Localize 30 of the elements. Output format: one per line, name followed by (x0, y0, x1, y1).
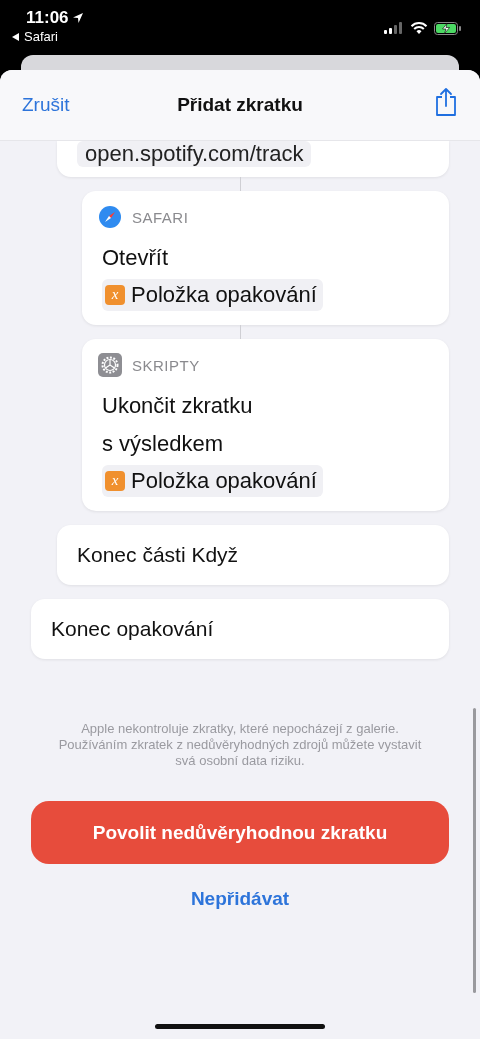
end-repeat-card[interactable]: Konec opakování (31, 599, 449, 659)
wifi-icon (410, 21, 428, 35)
action-title: Ukončit zkratku (102, 392, 253, 420)
decline-link[interactable]: Nepřidávat (190, 888, 290, 910)
app-label: SKRIPTY (132, 356, 200, 374)
action-title: Otevřít (102, 244, 168, 272)
variable-token: x Položka opakování (102, 279, 323, 311)
action-card[interactable]: SKRIPTY Ukončit zkratku s výsledkem x Položka opakování (82, 339, 449, 511)
share-icon[interactable] (434, 87, 458, 117)
compass-icon (98, 205, 122, 229)
allow-button[interactable]: Povolit nedůvěryhodnou zkratku (31, 801, 449, 864)
clock-time: 11:06 (26, 8, 69, 28)
battery-charging-icon (434, 21, 462, 35)
back-to-app-link[interactable]: Safari (12, 29, 84, 44)
end-if-card[interactable]: Konec části Když (57, 525, 449, 585)
warning-text: Apple nekontroluje zkratky, které nepocházejí z galerie. Používáním zkratek z nedůvěryhodných zdrojů můžete vystavit svá osobní data riziku. (57, 721, 423, 769)
action-title: s výsledkem (102, 430, 224, 458)
variable-token: x Položka opakování (102, 465, 323, 497)
cancel-link[interactable]: Zrušit (22, 94, 70, 116)
action-card[interactable]: open.spotify.com/track (57, 141, 449, 177)
location-arrow-icon (71, 12, 84, 24)
signal-icon (384, 22, 404, 34)
sheet-title: Přidat zkratku (176, 94, 304, 116)
app-label: SAFARI (132, 208, 189, 226)
variable-icon: x (105, 471, 125, 491)
gear-icon (98, 353, 122, 377)
variable-icon: x (105, 285, 125, 305)
url-token: open.spotify.com/track (77, 141, 312, 167)
action-card[interactable]: SAFARI Otevřít x Položka opakování (82, 191, 449, 325)
back-triangle-icon (12, 32, 20, 41)
